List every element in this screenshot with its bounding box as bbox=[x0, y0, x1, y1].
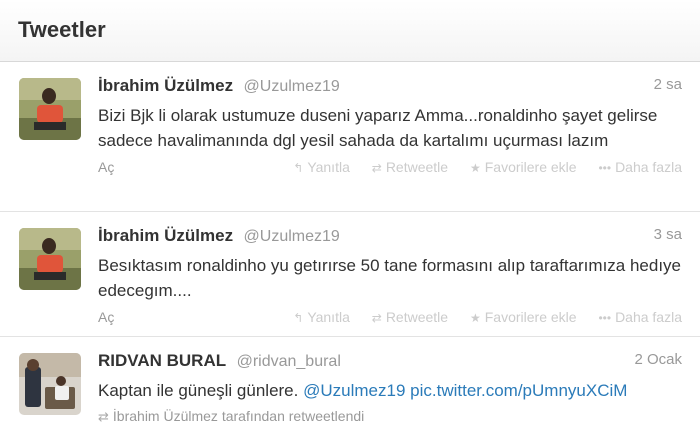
tweet-time[interactable]: 2 sa bbox=[654, 76, 682, 93]
retweeted-by-text[interactable]: İbrahim Üzülmez tarafından retweetlendi bbox=[113, 408, 364, 424]
tweet-text: Besıktasım ronaldinho yu getırırse 50 ta… bbox=[98, 256, 682, 300]
reply-label: Yanıtla bbox=[307, 309, 350, 325]
author-name[interactable]: İbrahim Üzülmez bbox=[98, 226, 233, 245]
retweet-label: Retweetle bbox=[385, 309, 449, 325]
panel-header: Tweetler bbox=[0, 0, 700, 62]
avatar[interactable] bbox=[19, 78, 81, 140]
tweet-item[interactable]: İbrahim Üzülmez @Uzulmez19 3 sa Besıktas… bbox=[0, 212, 700, 337]
author-handle[interactable]: @ridvan_bural bbox=[237, 353, 341, 370]
tweet-text: Bizi Bjk li olarak ustumuze duseni yapar… bbox=[98, 106, 658, 150]
author-handle[interactable]: @Uzulmez19 bbox=[244, 228, 340, 245]
page-title: Tweetler bbox=[18, 17, 106, 42]
reply-icon: ↰ bbox=[293, 161, 304, 175]
more-button[interactable]: ••• Daha fazla bbox=[598, 159, 682, 175]
favorite-label: Favorilere ekle bbox=[484, 159, 577, 175]
tweets-panel: Tweetler İbrahim Üzülmez @Uzulmez19 2 sa… bbox=[0, 0, 700, 435]
tweet-actions: Aç ↰ Yanıtla ⇄ Retweetle ★ Favorilere ekle … bbox=[98, 157, 682, 183]
retweet-button[interactable]: ⇄ Retweetle bbox=[372, 159, 448, 175]
reply-label: Yanıtla bbox=[307, 159, 350, 175]
retweeted-by-note: ⇄ İbrahim Üzülmez tarafından retweetlendi bbox=[98, 408, 682, 425]
favorite-button[interactable]: ★ Favorilere ekle bbox=[470, 309, 577, 325]
favorite-button[interactable]: ★ Favorilere ekle bbox=[470, 159, 577, 175]
expand-link[interactable]: Aç bbox=[98, 159, 114, 175]
avatar[interactable] bbox=[19, 353, 81, 415]
tweet-actions: Aç ↰ Yanıtla ⇄ Retweetle ★ Favorilere ekle … bbox=[98, 307, 682, 333]
reply-icon: ↰ bbox=[293, 311, 304, 325]
more-dots-icon: ••• bbox=[598, 311, 612, 325]
retweet-button[interactable]: ⇄ Retweetle bbox=[372, 309, 448, 325]
tweet-item[interactable]: RIDVAN BURAL @ridvan_bural 2 Ocak Kaptan… bbox=[0, 337, 700, 435]
tweet-time[interactable]: 2 Ocak bbox=[634, 351, 682, 368]
avatar[interactable] bbox=[19, 228, 81, 290]
author-handle[interactable]: @Uzulmez19 bbox=[244, 78, 340, 95]
tweet-item[interactable]: İbrahim Üzülmez @Uzulmez19 2 sa Bizi Bjk… bbox=[0, 62, 700, 212]
star-icon: ★ bbox=[469, 311, 481, 325]
more-button[interactable]: ••• Daha fazla bbox=[598, 309, 682, 325]
tweet-text-body: Kaptan ile güneşli günlere. bbox=[98, 381, 299, 400]
retweet-icon: ⇄ bbox=[371, 311, 382, 325]
mention-link[interactable]: @Uzulmez19 bbox=[303, 381, 405, 400]
reply-button[interactable]: ↰ Yanıtla bbox=[293, 159, 350, 175]
favorite-label: Favorilere ekle bbox=[484, 309, 577, 325]
retweet-icon: ⇄ bbox=[98, 409, 109, 424]
expand-link[interactable]: Aç bbox=[98, 309, 114, 325]
more-label: Daha fazla bbox=[615, 309, 682, 325]
star-icon: ★ bbox=[469, 161, 481, 175]
reply-button[interactable]: ↰ Yanıtla bbox=[293, 309, 350, 325]
more-dots-icon: ••• bbox=[598, 161, 612, 175]
retweet-label: Retweetle bbox=[385, 159, 449, 175]
retweet-icon: ⇄ bbox=[371, 161, 382, 175]
author-name[interactable]: İbrahim Üzülmez bbox=[98, 76, 233, 95]
pic-link[interactable]: pic.twitter.com/pUmnyuXCiM bbox=[410, 381, 627, 400]
author-name[interactable]: RIDVAN BURAL bbox=[98, 351, 226, 370]
tweet-time[interactable]: 3 sa bbox=[654, 226, 682, 243]
tweet-text: Kaptan ile güneşli günlere. @Uzulmez19 p… bbox=[98, 378, 682, 403]
more-label: Daha fazla bbox=[615, 159, 682, 175]
